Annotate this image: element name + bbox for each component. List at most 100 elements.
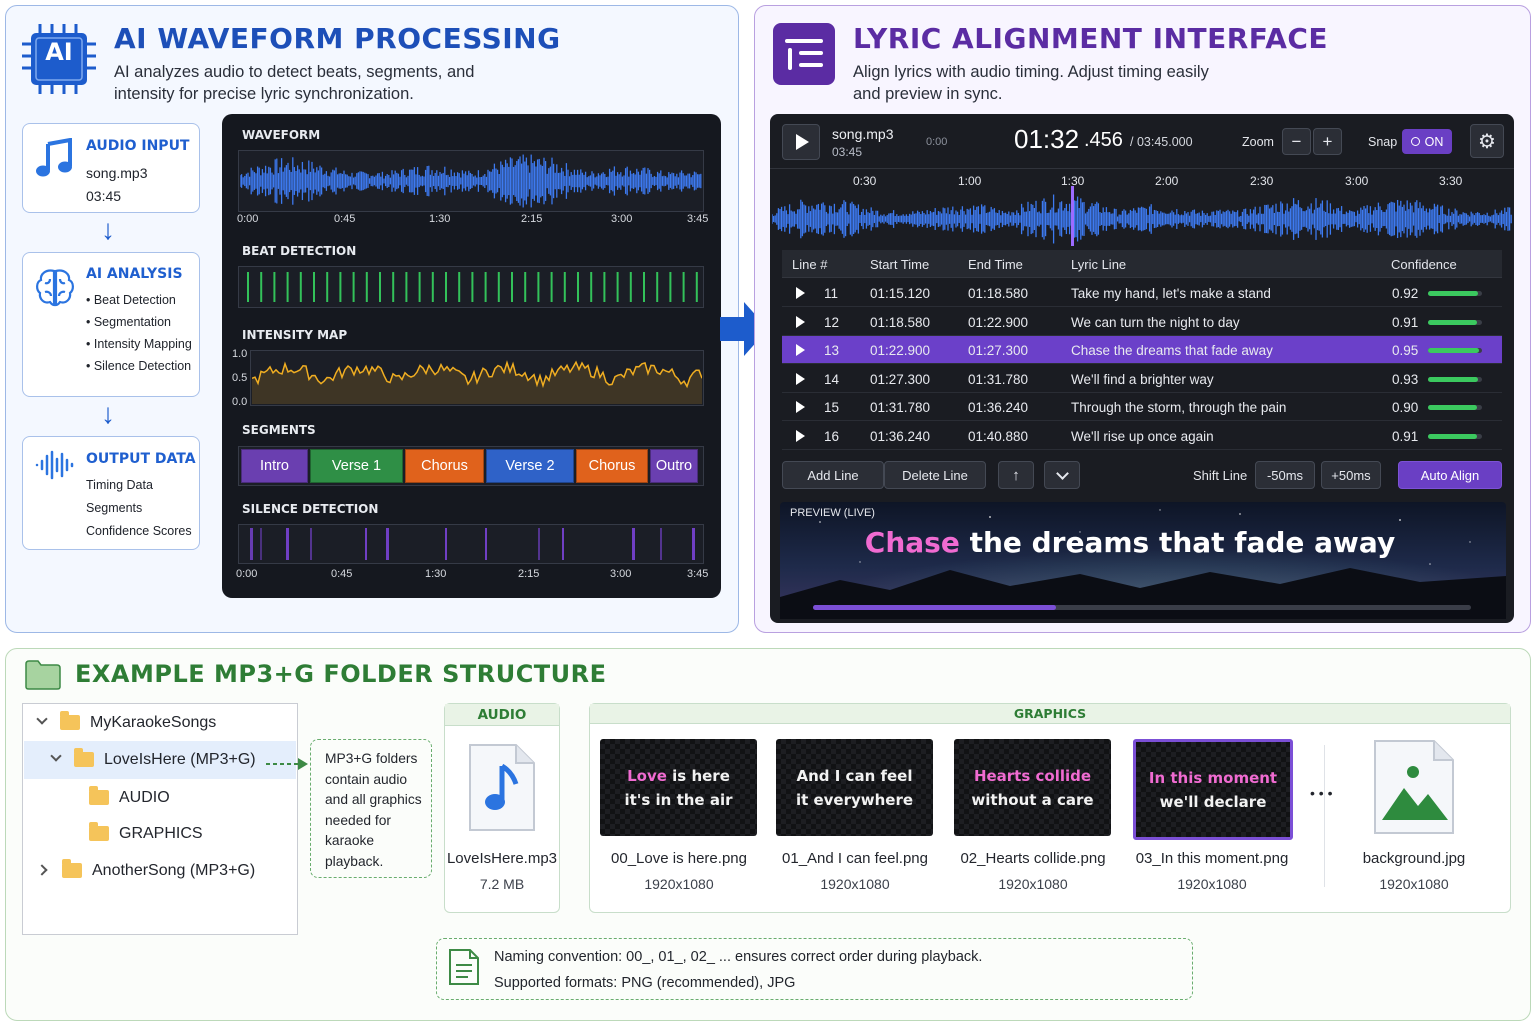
analysis-item: • Silence Detection xyxy=(86,359,192,373)
zoom-in-button[interactable]: + xyxy=(1313,128,1342,155)
graphic-file-dim: 1920x1080 xyxy=(998,876,1068,892)
time-tick: 1:30 xyxy=(429,213,451,225)
time-tick: 0:45 xyxy=(331,568,353,580)
row-end: 01:27.300 xyxy=(968,343,1029,358)
brain-icon xyxy=(36,269,74,307)
tree-item-graphics[interactable]: GRAPHICS xyxy=(89,822,203,843)
analysis-item: • Segmentation xyxy=(86,315,171,329)
row-start: 01:15.120 xyxy=(870,286,931,301)
arrow-up-icon: ↑ xyxy=(1012,466,1020,484)
tree-item-audio[interactable]: AUDIO xyxy=(89,786,170,807)
thumb-highlight: In this moment xyxy=(1148,768,1278,787)
panel-subtitle: Align lyrics with audio timing. Adjust t… xyxy=(853,63,1209,81)
audio-file-name: LoveIsHere.mp3 xyxy=(446,850,558,867)
play-icon[interactable] xyxy=(796,344,805,356)
arrow-down-icon: ↓ xyxy=(101,214,115,245)
playhead-marker[interactable] xyxy=(1071,186,1074,246)
zoom-out-button[interactable]: − xyxy=(1282,128,1311,155)
row-confidence: 0.90 xyxy=(1392,400,1419,415)
lyrics-list-icon xyxy=(773,23,835,85)
time-tick: 3:00 xyxy=(611,213,633,225)
folder-icon xyxy=(62,859,82,879)
table-row[interactable]: 16 01:36.240 01:40.880 We'll rise up once a… xyxy=(782,422,1502,450)
table-row[interactable]: 15 01:31.780 01:36.240 Through the storm, t… xyxy=(782,393,1502,421)
confidence-fill xyxy=(1428,433,1478,439)
time-tick: 2:15 xyxy=(521,213,543,225)
editor-waveform[interactable] xyxy=(772,192,1512,246)
editor-file-name: song.mp3 xyxy=(832,126,894,142)
confidence-bar xyxy=(1428,405,1482,410)
tree-item-root[interactable]: MyKaraokeSongs xyxy=(36,711,216,732)
row-confidence: 0.91 xyxy=(1392,428,1419,444)
shift-minus-button[interactable]: -50ms xyxy=(1255,461,1315,489)
table-row[interactable]: 11 01:15.120 01:18.580 Take my hand, let's … xyxy=(782,279,1502,307)
move-up-button[interactable]: ↑ xyxy=(998,461,1034,489)
move-down-button[interactable] xyxy=(1044,461,1080,489)
graphic-thumbnail[interactable]: And I can feel it everywhere xyxy=(776,739,933,836)
col-confidence: Confidence xyxy=(1391,257,1457,272)
row-start: 01:31.780 xyxy=(870,400,931,415)
audio-file-icon[interactable] xyxy=(466,742,538,834)
table-row[interactable]: 12 01:18.580 01:22.900 We can turn the nigh… xyxy=(782,308,1502,336)
segment-block: Intro xyxy=(241,449,308,483)
play-icon[interactable] xyxy=(796,429,805,442)
play-icon[interactable] xyxy=(796,315,805,328)
col-line: Line # xyxy=(792,257,828,272)
col-lyric: Lyric Line xyxy=(1071,257,1127,272)
shift-plus-button[interactable]: +50ms xyxy=(1321,461,1381,489)
play-icon[interactable] xyxy=(796,372,805,385)
image-file-icon[interactable] xyxy=(1372,738,1456,836)
snap-toggle[interactable]: ON xyxy=(1402,129,1452,154)
silence-mark xyxy=(310,528,312,560)
table-row[interactable]: 14 01:27.300 01:31.780 We'll find a brighte… xyxy=(782,365,1502,393)
preview-lyric: Chase the dreams that fade away xyxy=(780,526,1480,559)
settings-gear-icon[interactable]: ⚙ xyxy=(1470,124,1504,158)
graphic-file-name: 01_And I can feel.png xyxy=(782,850,928,867)
row-end: 01:40.880 xyxy=(968,428,1029,444)
row-line: 14 xyxy=(824,371,840,387)
add-line-button[interactable]: Add Line xyxy=(782,461,884,489)
tree-item-other[interactable]: AnotherSong (MP3+G) xyxy=(36,859,255,880)
row-line: 11 xyxy=(824,286,839,301)
ruler-tick: 2:00 xyxy=(1155,174,1179,188)
confidence-bar xyxy=(1428,348,1482,353)
tree-item-song[interactable]: LoveIsHere (MP3+G) xyxy=(50,748,256,769)
silence-mark xyxy=(445,528,447,560)
play-icon[interactable] xyxy=(796,287,805,299)
mp3g-note-text: MP3+G folders contain audio and all graphi… xyxy=(325,749,422,872)
preview-progress-track[interactable] xyxy=(813,605,1471,610)
panel-subtitle: AI analyzes audio to detect beats, segme… xyxy=(114,63,475,81)
analysis-item: • Intensity Mapping xyxy=(86,337,192,351)
table-header: Line # Start Time End Time Lyric Line Co… xyxy=(782,250,1502,278)
auto-align-button[interactable]: Auto Align xyxy=(1398,461,1502,489)
snap-state: ON xyxy=(1424,134,1444,149)
note-line: playback. xyxy=(325,853,384,869)
audio-header: AUDIO xyxy=(445,704,559,726)
time-tick: 0:00 xyxy=(236,568,258,580)
shift-line-label: Shift Line xyxy=(1193,468,1248,483)
silence-mark xyxy=(286,528,289,560)
naming-line-1: Naming convention: 00_, 01_, 02_ ... ens… xyxy=(494,949,983,965)
panel-title: EXAMPLE MP3+G FOLDER STRUCTURE xyxy=(75,660,607,688)
folder-icon xyxy=(74,748,94,768)
table-row[interactable]: 13 01:22.900 01:27.300 Chase the dreams tha… xyxy=(782,336,1502,364)
folder-icon xyxy=(89,822,109,842)
segment-block: Verse 2 xyxy=(486,449,574,483)
row-lyric: We can turn the night to day xyxy=(1071,314,1240,330)
play-icon xyxy=(796,134,809,150)
graphic-thumbnail[interactable]: In this moment we'll declare xyxy=(1133,739,1293,840)
graphic-thumbnail[interactable]: Love is here it's in the air xyxy=(600,739,757,836)
graphic-thumbnail[interactable]: Hearts collide without a care xyxy=(954,739,1111,836)
note-line: karaoke xyxy=(325,833,375,848)
audio-file-size: 7.2 MB xyxy=(479,876,525,892)
play-button[interactable] xyxy=(782,124,820,160)
chevron-right-icon xyxy=(36,864,48,876)
ruler-tick: 1:00 xyxy=(958,174,982,188)
graphic-file-dim: 1920x1080 xyxy=(1177,876,1247,892)
waveform-graph xyxy=(240,154,702,208)
play-icon[interactable] xyxy=(796,401,805,413)
arrow-down-icon: ↓ xyxy=(101,398,115,429)
output-item: Segments xyxy=(86,501,143,515)
preview-label: PREVIEW (LIVE) xyxy=(790,507,875,519)
delete-line-button[interactable]: Delete Line xyxy=(884,461,986,489)
